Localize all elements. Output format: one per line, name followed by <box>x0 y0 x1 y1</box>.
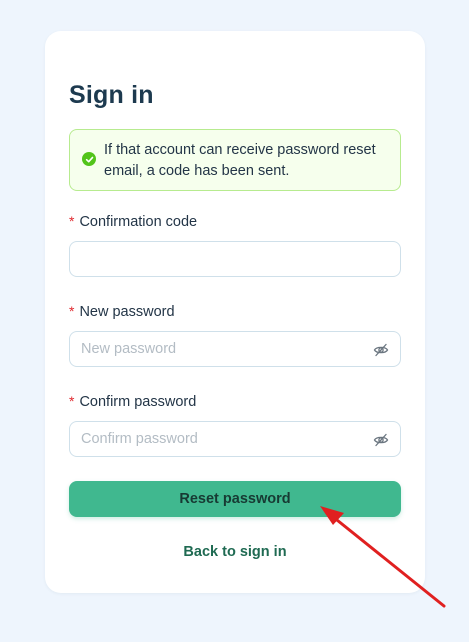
required-mark: * <box>69 393 75 409</box>
alert-message: If that account can receive password res… <box>104 142 376 179</box>
check-circle-icon <box>82 152 96 166</box>
page-title: Sign in <box>69 81 154 109</box>
new-password-label: * New password <box>69 303 175 320</box>
required-mark: * <box>69 213 75 229</box>
new-password-label-text: New password <box>79 304 175 320</box>
page-stage: Sign in If that account can receive pass… <box>0 0 469 642</box>
required-mark: * <box>69 303 75 319</box>
confirm-password-label-text: Confirm password <box>79 394 197 410</box>
reset-password-button[interactable]: Reset password <box>69 481 401 517</box>
confirm-password-field[interactable] <box>69 421 401 457</box>
new-password-input[interactable] <box>70 332 400 366</box>
confirm-password-label: * Confirm password <box>69 393 196 410</box>
back-to-sign-in-link[interactable]: Back to sign in <box>69 541 401 563</box>
confirmation-code-label: * Confirmation code <box>69 213 197 230</box>
confirmation-code-field[interactable] <box>69 241 401 277</box>
eye-slash-icon[interactable] <box>373 432 389 448</box>
new-password-field[interactable] <box>69 331 401 367</box>
eye-slash-icon[interactable] <box>373 342 389 358</box>
confirmation-code-label-text: Confirmation code <box>79 214 198 230</box>
success-alert: If that account can receive password res… <box>69 129 401 191</box>
confirm-password-input[interactable] <box>70 422 400 456</box>
sign-in-card: Sign in If that account can receive pass… <box>45 31 425 593</box>
confirmation-code-input[interactable] <box>70 242 400 276</box>
